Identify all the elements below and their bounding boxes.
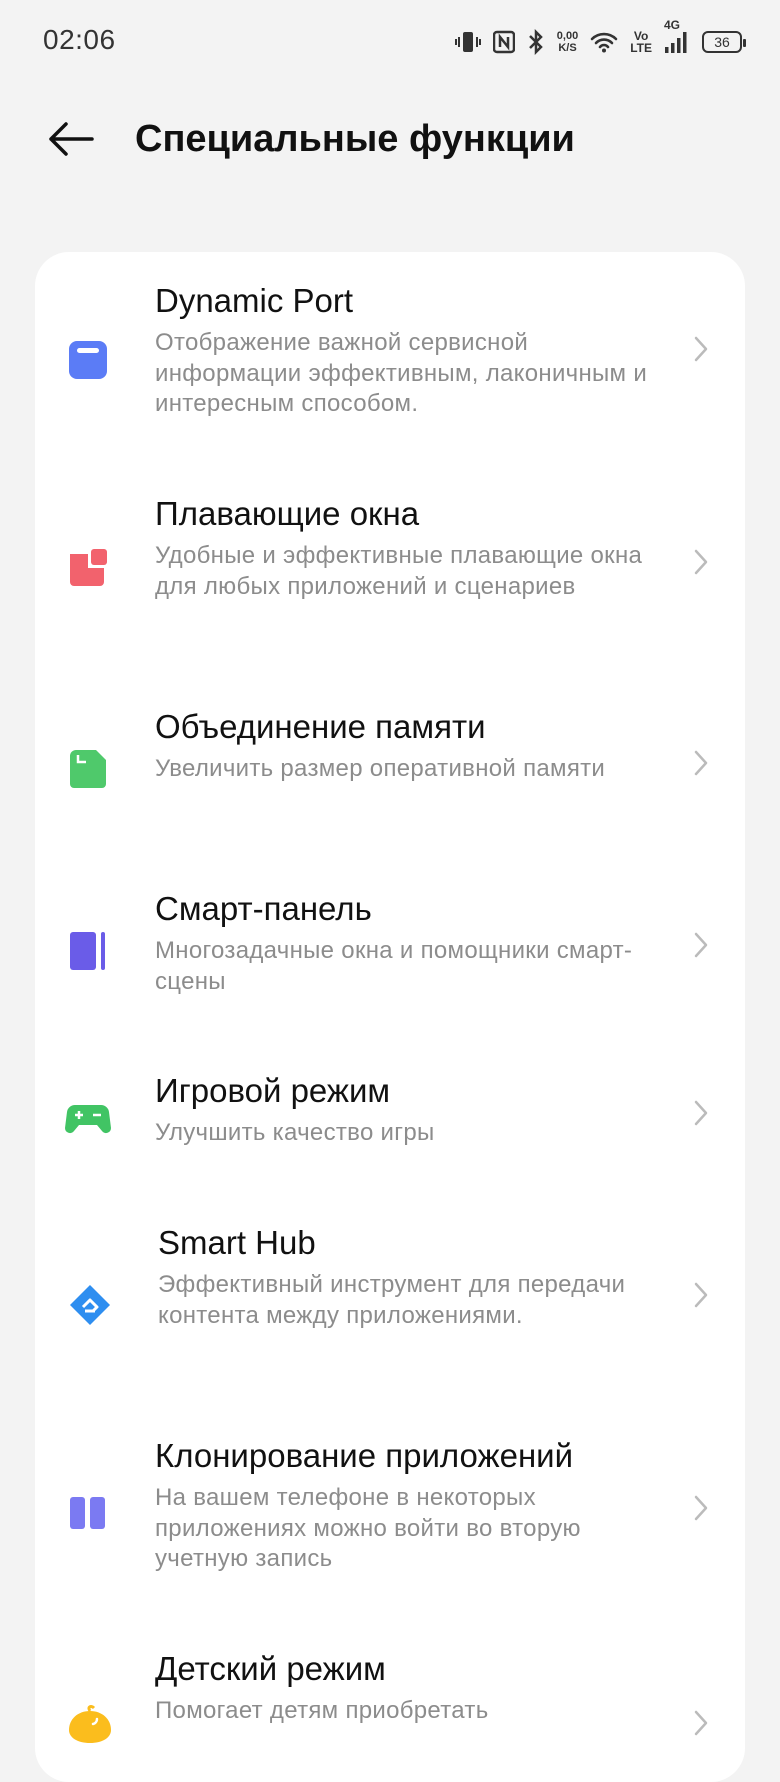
wifi-icon [590,31,618,53]
list-item-memory-merge[interactable]: Объединение памяти Увеличить размер опер… [35,708,745,828]
network-speed-value: 0,00 [556,30,579,42]
battery-level: 36 [714,34,730,50]
list-item-game-mode[interactable]: Игровой режим Улучшить качество игры [35,1072,745,1162]
network-speed: 0,00 K/S [557,30,578,54]
chevron-right-icon [691,1493,711,1523]
item-description: На вашем телефоне в некоторых приложения… [155,1484,581,1572]
kids-mode-icon [67,1702,113,1748]
chevron-right-icon [691,1280,711,1310]
memory-card-icon [65,746,111,792]
nfc-icon [492,30,515,54]
item-description: Удобные и эффективные плавающие окна для… [155,542,643,600]
back-button[interactable] [40,114,100,164]
list-item-dynamic-port[interactable]: Dynamic Port Отображение важной сервисно… [35,282,745,432]
smart-panel-icon [65,928,111,974]
gamepad-icon [65,1096,111,1142]
back-arrow-icon [49,122,94,156]
item-title: Dynamic Port [155,282,354,319]
item-description: Эффективный инструмент для передачи конт… [158,1271,626,1329]
page-title: Специальные функции [135,118,575,160]
item-title: Smart Hub [158,1224,316,1261]
chevron-right-icon [691,1708,711,1738]
volte-bottom: LTE [630,41,652,55]
features-list: Dynamic Port Отображение важной сервисно… [35,252,745,1782]
dynamic-port-icon [65,337,111,383]
volte-indicator: Vo LTE [630,30,652,54]
item-title: Объединение памяти [155,708,486,745]
chevron-right-icon [691,748,711,778]
network-speed-unit: K/S [558,42,577,54]
vibrate-icon [454,29,481,55]
status-time: 02:06 [43,24,116,55]
list-item-kids-mode[interactable]: Детский режим Помогает детям приобретать [35,1650,745,1770]
item-description: Многозадачные окна и помощники смарт-сце… [155,937,633,995]
chevron-right-icon [691,334,711,364]
item-description: Отображение важной сервисной информации … [155,329,648,417]
item-title: Смарт-панель [155,890,372,927]
header: Специальные функции [0,100,780,180]
list-item-floating-windows[interactable]: Плавающие окна Удобные и эффективные пла… [35,495,745,645]
floating-windows-icon [65,545,111,591]
chevron-right-icon [691,930,711,960]
list-item-smart-hub[interactable]: Smart Hub Эффективный инструмент для пер… [35,1224,745,1374]
network-type-label: 4G [664,18,681,32]
item-title: Плавающие окна [155,495,420,532]
item-title: Детский режим [155,1650,386,1687]
app-clone-icon [65,1490,111,1536]
status-bar: 02:06 0,00 K/S Vo LTE 4G 36 [0,0,780,84]
signal-icon: 4G [664,18,690,54]
chevron-right-icon [691,547,711,577]
battery-icon: 36 [702,31,746,53]
list-item-app-clone[interactable]: Клонирование приложений На вашем телефон… [35,1437,745,1587]
smart-hub-icon [67,1282,113,1328]
item-description: Увеличить размер оперативной памяти [155,755,606,782]
chevron-right-icon [691,1098,711,1128]
status-icons: 0,00 K/S Vo LTE 4G 36 [454,18,746,58]
item-description: Помогает детям приобретать [155,1697,489,1724]
bluetooth-icon [527,29,545,55]
item-description: Улучшить качество игры [155,1119,435,1146]
item-title: Клонирование приложений [155,1437,574,1474]
item-title: Игровой режим [155,1072,391,1109]
list-item-smart-panel[interactable]: Смарт-панель Многозадачные окна и помощн… [35,890,745,1010]
